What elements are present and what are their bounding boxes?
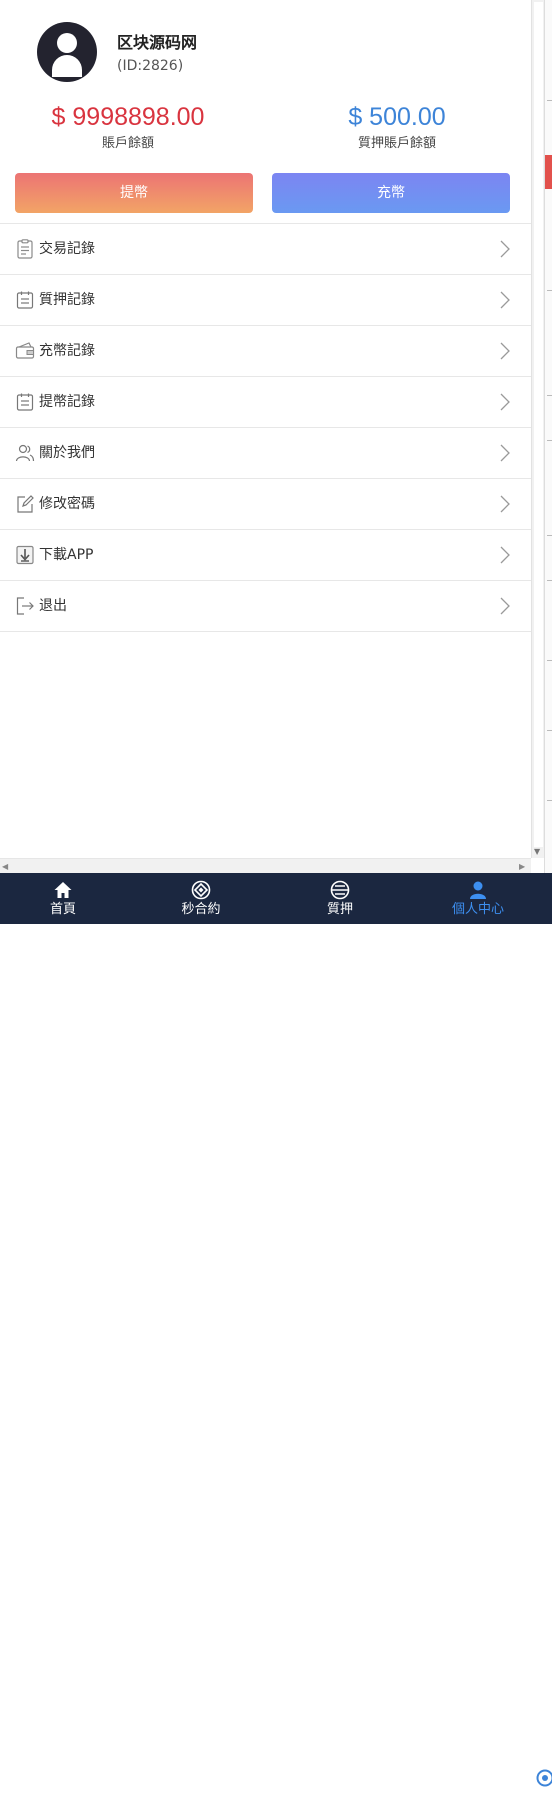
adjacent-line	[547, 730, 552, 731]
bottom-tab-bar: 首頁 秒合約 質押 個人中心	[0, 873, 552, 924]
floating-helper-button[interactable]	[527, 1758, 552, 1797]
menu-item-label: 關於我們	[39, 444, 95, 462]
adjacent-red-marker	[545, 155, 552, 189]
adjacent-window-edge	[544, 0, 552, 873]
chevron-right-icon	[498, 393, 512, 411]
user-icon	[468, 880, 488, 900]
tab-label: 個人中心	[428, 898, 528, 917]
menu-item-label: 交易記錄	[39, 240, 95, 258]
account-balance: $ 9998898.00 賬戶餘額	[3, 102, 253, 151]
scrollbar-thumb[interactable]	[534, 2, 543, 847]
avatar[interactable]	[37, 22, 97, 82]
tab-personal-center[interactable]: 個人中心	[428, 873, 528, 924]
edit-icon	[15, 494, 35, 514]
pledge-icon	[330, 880, 350, 900]
menu-item-label: 下載APP	[39, 546, 93, 564]
adjacent-line	[547, 440, 552, 441]
horizontal-scrollbar[interactable]: ◀ ▶	[0, 858, 531, 874]
menu-item-about-us[interactable]: 關於我們	[0, 428, 531, 479]
adjacent-line	[547, 535, 552, 536]
chevron-right-icon	[498, 597, 512, 615]
deposit-button[interactable]: 充幣	[272, 173, 510, 213]
tab-label: 首頁	[13, 898, 113, 917]
menu-item-withdraw-records[interactable]: 提幣記錄	[0, 377, 531, 428]
support-icon	[536, 1769, 552, 1787]
menu-item-label: 質押記錄	[39, 291, 95, 309]
pledge-balance-label: 質押賬戶餘額	[272, 132, 522, 151]
menu-item-deposit-records[interactable]: 充幣記錄	[0, 326, 531, 377]
tab-pledge[interactable]: 質押	[290, 873, 390, 924]
logout-icon	[15, 596, 35, 616]
vertical-scrollbar[interactable]: ▼	[531, 0, 545, 858]
menu-item-trade-records[interactable]: 交易記錄	[0, 224, 531, 275]
tab-second-contract[interactable]: 秒合約	[151, 873, 251, 924]
menu-item-label: 退出	[39, 597, 67, 615]
download-icon	[15, 545, 35, 565]
account-balance-amount: $ 9998898.00	[3, 102, 253, 132]
chevron-right-icon	[498, 495, 512, 513]
tab-label: 質押	[290, 898, 390, 917]
menu-item-pledge-records[interactable]: 質押記錄	[0, 275, 531, 326]
chevron-right-icon	[498, 291, 512, 309]
menu-item-change-password[interactable]: 修改密碼	[0, 479, 531, 530]
avatar-head	[57, 33, 77, 53]
document-list-icon	[15, 239, 35, 259]
scroll-left-arrow[interactable]: ◀	[2, 862, 8, 871]
tab-home[interactable]: 首頁	[13, 873, 113, 924]
menu-item-label: 充幣記錄	[39, 342, 95, 360]
menu-item-label: 提幣記錄	[39, 393, 95, 411]
avatar-body	[52, 55, 82, 77]
clipboard-icon	[15, 392, 35, 412]
home-icon	[53, 880, 73, 900]
adjacent-line	[547, 395, 552, 396]
adjacent-line	[547, 800, 552, 801]
scroll-down-arrow[interactable]: ▼	[534, 848, 540, 856]
username: 区块源码网	[117, 29, 197, 53]
account-menu: 交易記錄 質押記錄 充幣記錄	[0, 223, 531, 632]
pledge-balance-amount: $ 500.00	[272, 102, 522, 132]
menu-item-label: 修改密碼	[39, 495, 95, 513]
menu-item-logout[interactable]: 退出	[0, 581, 531, 632]
app-screen: 区块源码网 (ID:2826) $ 9998898.00 賬戶餘額 $ 500.…	[0, 0, 531, 873]
pledge-balance: $ 500.00 質押賬戶餘額	[272, 102, 522, 151]
users-icon	[15, 443, 35, 463]
menu-item-download-app[interactable]: 下載APP	[0, 530, 531, 581]
adjacent-line	[547, 100, 552, 101]
adjacent-line	[547, 660, 552, 661]
wallet-icon	[15, 341, 35, 361]
scroll-right-arrow[interactable]: ▶	[519, 862, 525, 871]
contract-icon	[191, 880, 211, 900]
chevron-right-icon	[498, 240, 512, 258]
tab-label: 秒合約	[151, 898, 251, 917]
user-id: (ID:2826)	[117, 58, 183, 74]
account-balance-label: 賬戶餘額	[3, 132, 253, 151]
adjacent-line	[547, 580, 552, 581]
clipboard-icon	[15, 290, 35, 310]
chevron-right-icon	[498, 444, 512, 462]
chevron-right-icon	[498, 342, 512, 360]
withdraw-button[interactable]: 提幣	[15, 173, 253, 213]
chevron-right-icon	[498, 546, 512, 564]
adjacent-line	[547, 290, 552, 291]
